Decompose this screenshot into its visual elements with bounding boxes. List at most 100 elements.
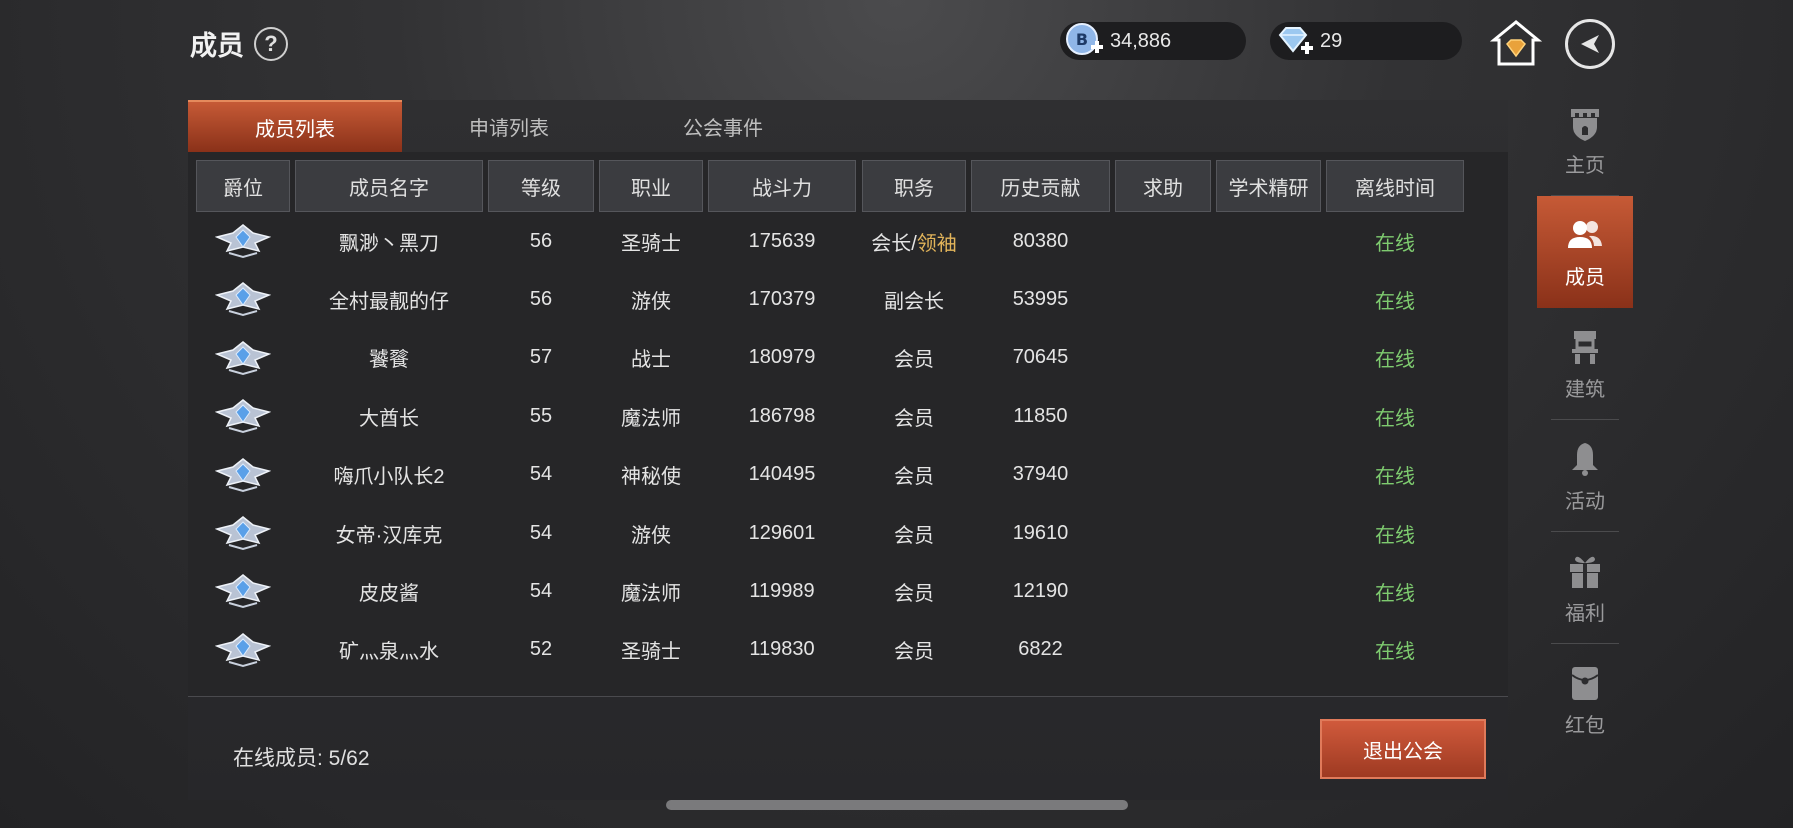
- sidebar-item-welfare[interactable]: 福利: [1537, 532, 1633, 644]
- rank-badge-cell: [196, 270, 290, 328]
- member-status: 在线: [1375, 232, 1415, 255]
- tab-guild-events[interactable]: 公会事件: [616, 100, 830, 152]
- sidebar-item-red-envelope[interactable]: 红包: [1537, 644, 1633, 756]
- member-role: 会员: [894, 524, 934, 547]
- member-level: 56: [529, 229, 553, 252]
- col-name: 成员名字: [295, 160, 483, 212]
- members-icon: [1568, 220, 1602, 248]
- col-rank: 爵位: [196, 160, 290, 212]
- sidebar-item-members[interactable]: 成员: [1537, 196, 1633, 308]
- col-contribution: 历史贡献: [971, 160, 1110, 212]
- table-row[interactable]: 皮皮酱 54 魔法师 119989 会员 12190 在线: [196, 562, 1506, 620]
- tab-member-list[interactable]: 成员列表: [188, 100, 402, 152]
- sidebar-item-label: 红包: [1565, 714, 1605, 737]
- member-contrib: 11850: [1013, 404, 1068, 427]
- member-power: 129601: [748, 521, 816, 544]
- member-help: [1115, 446, 1211, 504]
- rank-badge-icon: [215, 224, 271, 259]
- rank-badge-cell: [196, 212, 290, 270]
- member-role: 会员: [894, 641, 934, 664]
- rank-badge-cell: [196, 446, 290, 504]
- table-row[interactable]: 女帝·汉库克 54 游侠 129601 会员 19610 在线: [196, 504, 1506, 562]
- guild-home-button[interactable]: [1489, 18, 1543, 68]
- member-contrib: 6822: [1018, 638, 1063, 661]
- tab-application-list[interactable]: 申请列表: [402, 100, 616, 152]
- member-help: [1115, 212, 1211, 270]
- member-power: 119830: [749, 638, 815, 661]
- rank-badge-cell: [196, 562, 290, 620]
- member-class: 游侠: [631, 290, 671, 313]
- member-contrib: 80380: [1012, 229, 1069, 252]
- table-row[interactable]: 飘渺丶黑刀 56 圣骑士 175639 会长/领袖 80380 在线: [196, 212, 1506, 270]
- quit-guild-button[interactable]: 退出公会: [1320, 719, 1486, 779]
- member-contrib: 53995: [1012, 287, 1069, 310]
- table-row[interactable]: 大酋长 55 魔法师 186798 会员 11850 在线: [196, 387, 1506, 445]
- member-study: [1216, 446, 1321, 504]
- sidebar: 主页 成员 建筑 活动 福利 红包: [1537, 84, 1633, 756]
- member-status: 在线: [1375, 641, 1415, 664]
- tower-icon: [1571, 108, 1599, 141]
- table-row[interactable]: 饕餮 57 战士 180979 会员 70645 在线: [196, 329, 1506, 387]
- member-help: [1115, 387, 1211, 445]
- bell-icon: [1572, 442, 1598, 476]
- col-level: 等级: [488, 160, 594, 212]
- member-class: 魔法师: [621, 582, 681, 605]
- tab-bar: 成员列表 申请列表 公会事件: [188, 100, 830, 152]
- rank-badge-icon: [215, 399, 271, 434]
- red-envelope-icon: [1571, 666, 1599, 700]
- member-class: 圣骑士: [621, 232, 681, 255]
- coins-counter[interactable]: B 34,886: [1060, 22, 1246, 60]
- member-help: [1115, 270, 1211, 328]
- member-study: [1216, 621, 1321, 679]
- rank-badge-cell: [196, 504, 290, 562]
- member-help: [1115, 562, 1211, 620]
- member-status: 在线: [1375, 290, 1415, 313]
- page-title-text: 成员: [190, 31, 244, 61]
- back-arrow-icon: [1581, 35, 1599, 53]
- sidebar-item-home[interactable]: 主页: [1537, 84, 1633, 196]
- guild-house-icon: [1489, 20, 1543, 66]
- col-class: 职业: [599, 160, 703, 212]
- members-table[interactable]: 爵位 成员名字 等级 职业 战斗力 职务 历史贡献 求助 学术精研 离线时间 飘…: [188, 152, 1508, 697]
- help-icon[interactable]: ?: [254, 26, 288, 61]
- member-name: 嗨爪小队长2: [333, 466, 445, 489]
- member-role: 会员: [894, 349, 934, 372]
- member-level: 54: [529, 521, 553, 544]
- sidebar-item-building[interactable]: 建筑: [1537, 308, 1633, 420]
- coins-value: 34,886: [1110, 29, 1172, 52]
- member-name: 飘渺丶黑刀: [339, 232, 439, 255]
- member-class: 圣骑士: [621, 641, 681, 664]
- sidebar-item-activity[interactable]: 活动: [1537, 420, 1633, 532]
- member-name: 矿灬泉灬水: [339, 641, 439, 664]
- member-name: 大酋长: [359, 407, 419, 430]
- rank-badge-icon: [215, 457, 271, 492]
- footer-divider: [188, 696, 1508, 697]
- member-contrib: 70645: [1012, 346, 1069, 369]
- table-row[interactable]: 嗨爪小队长2 54 神秘使 140495 会员 37940 在线: [196, 446, 1506, 504]
- svg-text:B: B: [1076, 30, 1088, 49]
- member-help: [1115, 621, 1211, 679]
- member-class: 神秘使: [621, 466, 681, 489]
- table-row[interactable]: 全村最靓的仔 56 游侠 170379 副会长 53995 在线: [196, 270, 1506, 328]
- rank-badge-cell: [196, 387, 290, 445]
- col-power: 战斗力: [708, 160, 856, 212]
- back-button[interactable]: [1565, 19, 1615, 69]
- col-help: 求助: [1115, 160, 1211, 212]
- table-row[interactable]: 矿灬泉灬水 52 圣骑士 119830 会员 6822 在线: [196, 621, 1506, 679]
- member-help: [1115, 504, 1211, 562]
- member-class: 战士: [631, 349, 671, 372]
- diamond-plus-icon: [1278, 27, 1313, 54]
- member-status: 在线: [1375, 349, 1415, 372]
- member-contrib: 19610: [1012, 521, 1069, 544]
- gems-counter[interactable]: 29: [1270, 22, 1462, 60]
- member-study: [1216, 504, 1321, 562]
- member-level: 52: [529, 638, 553, 661]
- sidebar-item-label: 成员: [1565, 266, 1605, 289]
- member-status: 在线: [1375, 524, 1415, 547]
- member-power: 140495: [748, 463, 816, 486]
- rank-badge-cell: [196, 621, 290, 679]
- member-level: 54: [529, 579, 553, 602]
- member-power: 186798: [748, 404, 816, 427]
- gift-icon: [1570, 556, 1600, 588]
- home-indicator-bar[interactable]: [666, 800, 1128, 810]
